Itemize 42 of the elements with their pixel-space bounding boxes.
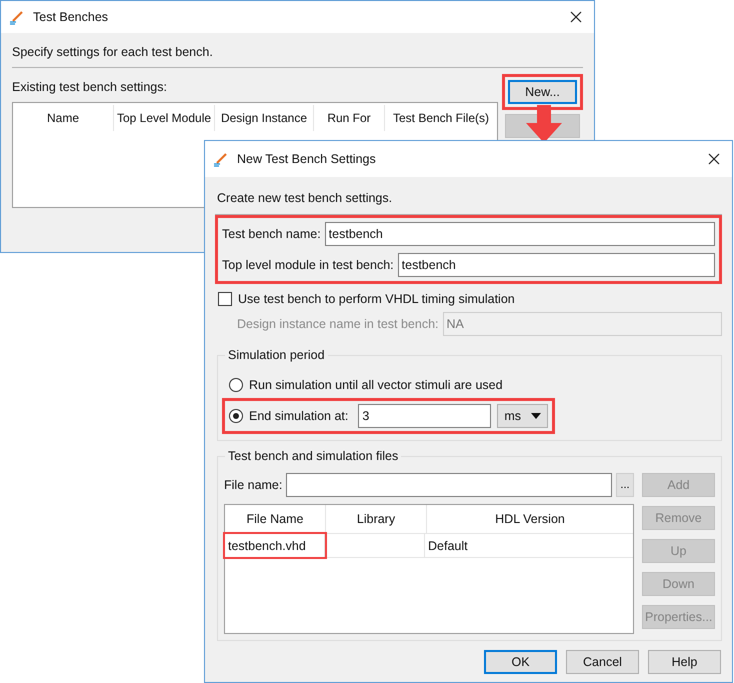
pencil-icon bbox=[9, 9, 25, 25]
field-label: File name: bbox=[224, 478, 282, 492]
radio-button[interactable] bbox=[229, 378, 243, 392]
close-icon[interactable] bbox=[708, 153, 720, 165]
table-cell: testbench.vhd bbox=[225, 534, 325, 557]
column-header[interactable]: File Name bbox=[225, 505, 326, 533]
column-header[interactable]: Name bbox=[13, 105, 114, 131]
text-field[interactable]: testbench bbox=[324, 222, 715, 246]
description-text: Create new test bench settings. bbox=[217, 191, 394, 205]
field-label: Top level module in test bench: bbox=[222, 258, 394, 272]
time-field[interactable]: 3 bbox=[358, 404, 492, 428]
dialog-button[interactable]: OK bbox=[484, 650, 557, 674]
field-label: Test bench name: bbox=[222, 227, 321, 241]
browse-button[interactable]: ... bbox=[616, 473, 634, 497]
radio-button[interactable] bbox=[229, 409, 243, 423]
dialog-button[interactable]: Cancel bbox=[566, 650, 639, 674]
column-header[interactable]: HDL Version bbox=[427, 505, 633, 533]
column-header[interactable]: Library bbox=[326, 505, 427, 533]
description-text: Specify settings for each test bench. bbox=[12, 45, 214, 59]
caret-icon bbox=[531, 413, 542, 419]
checkbox[interactable] bbox=[218, 292, 232, 306]
column-header[interactable]: Top Level Module bbox=[114, 105, 215, 131]
radio-label: End simulation at: bbox=[249, 409, 348, 423]
text-field[interactable]: testbench bbox=[398, 253, 715, 277]
unit-dropdown[interactable]: ms bbox=[497, 404, 548, 428]
pencil-icon bbox=[213, 151, 229, 167]
field-label: Design instance name in test bench: bbox=[237, 317, 439, 331]
new-button[interactable]: New... bbox=[508, 80, 577, 104]
window-title: Test Benches bbox=[33, 10, 110, 24]
table-cell-text: Default bbox=[427, 538, 469, 554]
close-icon[interactable] bbox=[570, 11, 582, 23]
group-title: Test bench and simulation files bbox=[227, 449, 400, 463]
list-label: Existing test bench settings: bbox=[12, 80, 168, 94]
file-name-field[interactable] bbox=[286, 473, 612, 497]
radio-label: Run simulation until all vector stimuli are used bbox=[249, 378, 503, 392]
group-title: Simulation period bbox=[227, 348, 326, 362]
checkbox-label: Use test bench to perform VHDL timing simulation bbox=[238, 292, 515, 306]
column-header[interactable]: Test Bench File(s) bbox=[385, 105, 497, 131]
dialog-button[interactable]: Help bbox=[648, 650, 721, 674]
column-header[interactable]: Run For bbox=[314, 105, 385, 131]
column-header[interactable]: Design Instance bbox=[215, 105, 314, 131]
window-title: New Test Bench Settings bbox=[237, 152, 377, 166]
